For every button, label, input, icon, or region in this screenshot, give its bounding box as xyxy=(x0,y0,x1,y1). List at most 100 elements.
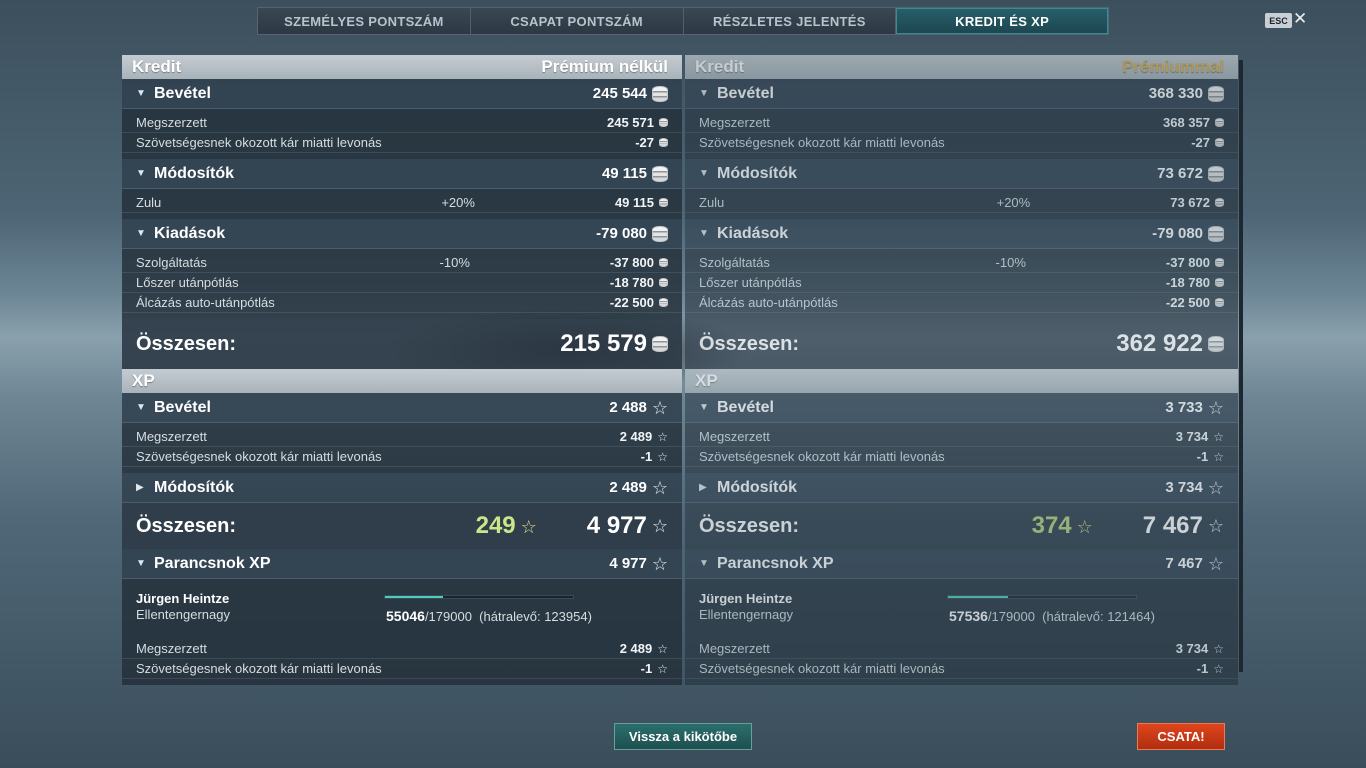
triangle-right-icon: ▶ xyxy=(699,482,707,493)
tab-team-score[interactable]: CSAPAT PONTSZÁM xyxy=(470,8,684,34)
credit-coin-icon xyxy=(1208,336,1224,352)
triangle-down-icon: ▼ xyxy=(136,402,146,413)
commander-xp-group[interactable]: ▼ Parancsnok XP 4 977 ☆ xyxy=(122,549,682,579)
credit-section-header: Kredit Prémiummal xyxy=(685,55,1238,79)
triangle-down-icon: ▼ xyxy=(699,558,709,569)
credit-modifiers-group[interactable]: ▼ Módosítók 49 115 xyxy=(122,159,682,189)
list-item: Megszerzett 2 489 ☆ xyxy=(122,427,682,447)
xp-income-group[interactable]: ▼ Bevétel 3 733 ☆ xyxy=(685,393,1238,423)
credit-coin-icon xyxy=(1215,258,1224,267)
list-item: Szövetségesnek okozott kár miatti levoná… xyxy=(685,133,1238,153)
credit-coin-icon xyxy=(1215,198,1224,207)
list-item: Lőszer utánpótlás -18 780 xyxy=(122,273,682,293)
xp-star-icon: ☆ xyxy=(657,429,668,444)
credit-expenses-group[interactable]: ▼ Kiadások -79 080 xyxy=(685,219,1238,249)
credit-coin-icon xyxy=(652,165,668,182)
free-xp-value: 374 ☆ xyxy=(1031,512,1093,539)
commander-info: Jürgen Heintze Ellentengernagy 55046/179… xyxy=(122,579,682,635)
credit-coin-icon xyxy=(1215,278,1224,287)
credit-income-group[interactable]: ▼ Bevétel 368 330 xyxy=(685,79,1238,109)
credit-total-value: 215 579 xyxy=(560,330,647,357)
close-icon[interactable]: ✕ xyxy=(1293,9,1307,29)
triangle-down-icon: ▼ xyxy=(699,228,709,239)
xp-star-icon: ☆ xyxy=(657,449,668,464)
panel-with-premium: Kredit Prémiummal ▼ Bevétel 368 330 Megs… xyxy=(685,55,1238,698)
credit-coin-icon xyxy=(659,298,668,307)
xp-star-icon: ☆ xyxy=(651,397,668,418)
xp-star-icon: ☆ xyxy=(1213,429,1224,444)
list-item: Álcázás auto-utánpótlás -22 500 xyxy=(685,293,1238,313)
list-item: Szolgáltatás -10% -37 800 xyxy=(122,253,682,273)
triangle-down-icon: ▼ xyxy=(136,88,146,99)
commander-xp-text: 55046/179000 (hátralevő: 123954) xyxy=(386,608,592,624)
credit-coin-icon xyxy=(1215,298,1224,307)
list-item: Álcázás auto-utánpótlás -22 500 xyxy=(122,293,682,313)
xp-star-icon: ☆ xyxy=(651,477,668,498)
xp-star-icon: ☆ xyxy=(1213,449,1224,464)
credit-coin-icon xyxy=(659,138,668,147)
credit-section-header: Kredit Prémium nélkül xyxy=(122,55,682,79)
tab-personal-score[interactable]: SZEMÉLYES PONTSZÁM xyxy=(258,8,471,34)
xp-income-group[interactable]: ▼ Bevétel 2 488 ☆ xyxy=(122,393,682,423)
battle-button[interactable]: CSATA! xyxy=(1137,723,1225,750)
credit-coin-icon xyxy=(1215,138,1224,147)
xp-modifiers-group[interactable]: ▶ Módosítók 2 489 ☆ xyxy=(122,473,682,503)
commander-info: Jürgen Heintze Ellentengernagy 57536/179… xyxy=(685,579,1238,635)
panel-without-premium: Kredit Prémium nélkül ▼ Bevétel 245 544 … xyxy=(122,55,682,698)
credit-coin-icon xyxy=(659,278,668,287)
credit-coin-icon xyxy=(1208,225,1224,242)
scrollbar[interactable] xyxy=(1239,60,1243,672)
list-item: Zulu +20% 73 672 xyxy=(685,193,1238,213)
commander-xp-text: 57536/179000 (hátralevő: 121464) xyxy=(949,608,1155,624)
xp-section-header: XP xyxy=(122,369,682,393)
triangle-down-icon: ▼ xyxy=(699,402,709,413)
premium-status-label: Prémium nélkül xyxy=(541,57,668,76)
list-item: Megszerzett 3 734 ☆ xyxy=(685,427,1238,447)
credit-coin-icon xyxy=(659,198,668,207)
list-item: Megszerzett 368 357 xyxy=(685,113,1238,133)
xp-section-header: XP xyxy=(685,369,1238,393)
credit-income-group[interactable]: ▼ Bevétel 245 544 xyxy=(122,79,682,109)
credit-total-row: Összesen: 215 579 xyxy=(122,319,682,369)
xp-total-row: Összesen: 249 ☆ 4 977 ☆ xyxy=(122,503,682,549)
xp-star-icon: ☆ xyxy=(651,516,668,536)
back-to-port-button[interactable]: Vissza a kikötőbe xyxy=(614,723,752,750)
credit-coin-icon xyxy=(1215,118,1224,127)
credit-coin-icon xyxy=(1208,85,1224,102)
commander-progress-bar xyxy=(947,595,1137,599)
credit-coin-icon xyxy=(1208,165,1224,182)
list-item: Szövetségesnek okozott kár miatti levoná… xyxy=(685,447,1238,467)
esc-key-badge: ESC xyxy=(1265,13,1292,28)
free-xp-star-icon: ☆ xyxy=(1076,516,1093,537)
credit-modifiers-group[interactable]: ▼ Módosítók 73 672 xyxy=(685,159,1238,189)
tab-detailed-report[interactable]: RÉSZLETES JELENTÉS xyxy=(683,8,897,34)
credit-title: Kredit xyxy=(132,57,182,76)
xp-modifiers-group[interactable]: ▶ Módosítók 3 734 ☆ xyxy=(685,473,1238,503)
list-item: Szövetségesnek okozott kár miatti levoná… xyxy=(685,659,1238,679)
list-item: Lőszer utánpótlás -18 780 xyxy=(685,273,1238,293)
triangle-down-icon: ▼ xyxy=(136,228,146,239)
triangle-down-icon: ▼ xyxy=(699,88,709,99)
credit-coin-icon xyxy=(652,225,668,242)
xp-star-icon: ☆ xyxy=(657,661,668,676)
list-item: Megszerzett 2 489 ☆ xyxy=(122,639,682,659)
triangle-down-icon: ▼ xyxy=(699,168,709,179)
free-xp-star-icon: ☆ xyxy=(520,516,537,537)
tab-credits-xp[interactable]: KREDIT ÉS XP xyxy=(896,8,1108,34)
xp-star-icon: ☆ xyxy=(657,641,668,656)
free-xp-value: 249 ☆ xyxy=(475,512,537,539)
xp-star-icon: ☆ xyxy=(1207,516,1224,536)
xp-star-icon: ☆ xyxy=(651,553,668,574)
credit-coin-icon xyxy=(659,118,668,127)
credit-expenses-group[interactable]: ▼ Kiadások -79 080 xyxy=(122,219,682,249)
credit-coin-icon xyxy=(652,336,668,352)
list-item: Szövetségesnek okozott kár miatti levoná… xyxy=(122,447,682,467)
xp-star-icon: ☆ xyxy=(1213,661,1224,676)
list-item: Megszerzett 3 734 ☆ xyxy=(685,639,1238,659)
credit-total-value: 362 922 xyxy=(1116,330,1203,357)
credit-coin-icon xyxy=(659,258,668,267)
premium-status-label: Prémiummal xyxy=(1121,57,1224,76)
xp-total-row: Összesen: 374 ☆ 7 467 ☆ xyxy=(685,503,1238,549)
xp-star-icon: ☆ xyxy=(1207,553,1224,574)
commander-xp-group[interactable]: ▼ Parancsnok XP 7 467 ☆ xyxy=(685,549,1238,579)
